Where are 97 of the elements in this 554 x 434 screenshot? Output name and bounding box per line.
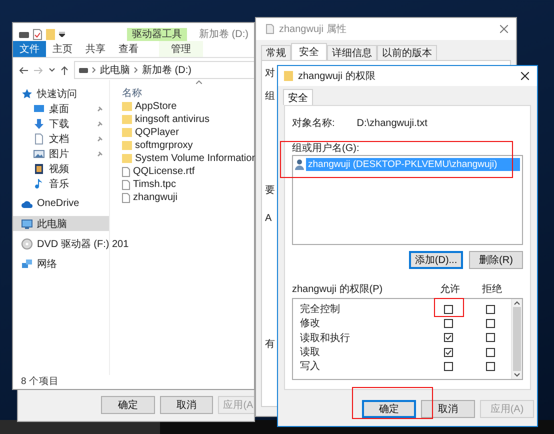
checkbox[interactable] bbox=[444, 333, 452, 342]
file-item[interactable]: kingsoft antivirus bbox=[122, 113, 210, 126]
column-header[interactable]: 名称 bbox=[122, 86, 142, 100]
video-icon bbox=[33, 162, 45, 174]
context-tab-header: 驱动器工具 bbox=[127, 28, 187, 41]
dialog-button[interactable]: 取消 bbox=[160, 396, 214, 414]
column-header: 允许 bbox=[439, 282, 461, 296]
ribbon-tab[interactable]: 文件 bbox=[13, 41, 46, 57]
chevron-icon bbox=[134, 67, 138, 73]
nav-item[interactable]: 下载 bbox=[13, 116, 109, 131]
field-label: 组或用户名(G): bbox=[292, 142, 360, 153]
chevron-icon bbox=[92, 67, 96, 73]
nav-item[interactable]: DVD 驱动器 (F:) 201 bbox=[13, 236, 129, 251]
ribbon-tab[interactable]: 共享 bbox=[79, 41, 112, 57]
file-item[interactable]: QQLicense.rtf bbox=[122, 165, 195, 178]
checkbox[interactable] bbox=[444, 304, 452, 314]
breadcrumb-item[interactable]: 新加卷 (D:) bbox=[142, 63, 192, 77]
back-icon[interactable] bbox=[19, 66, 28, 74]
tab[interactable]: 安全 bbox=[283, 89, 313, 105]
ribbon-tab[interactable]: 查看 bbox=[112, 41, 145, 57]
folder-icon bbox=[284, 71, 293, 81]
drive-icon bbox=[19, 32, 29, 38]
checkbox[interactable] bbox=[486, 333, 494, 342]
dialog-button[interactable]: 确定 bbox=[362, 400, 416, 418]
permission-name: 读取 bbox=[300, 346, 321, 360]
window-title: zhangwuji 属性 bbox=[279, 22, 346, 36]
ribbon-tab[interactable]: 主页 bbox=[46, 41, 79, 57]
checkbox[interactable] bbox=[444, 318, 452, 328]
network-icon bbox=[21, 258, 33, 270]
tab[interactable]: 详细信息 bbox=[327, 45, 377, 60]
file-item[interactable]: Timsh.tpc bbox=[122, 178, 176, 191]
file-item[interactable]: System Volume Information bbox=[122, 152, 258, 165]
document-icon bbox=[33, 132, 45, 144]
object-name: D:\zhangwuji.txt bbox=[356, 118, 428, 128]
annotation-box bbox=[434, 298, 464, 317]
nav-item[interactable]: 网络 bbox=[13, 256, 109, 271]
nav-item[interactable]: 视频 bbox=[13, 161, 109, 176]
checkbox[interactable] bbox=[444, 348, 452, 357]
picture-icon bbox=[33, 148, 45, 160]
column-header: 拒绝 bbox=[481, 282, 503, 296]
window-title: 新加卷 (D:) bbox=[199, 28, 248, 41]
scroll-down-icon[interactable] bbox=[514, 373, 520, 377]
nav-item[interactable]: 音乐 bbox=[13, 176, 109, 191]
star-icon bbox=[21, 88, 33, 100]
tab[interactable]: 常规 bbox=[261, 45, 291, 60]
close-icon[interactable] bbox=[521, 72, 529, 80]
permission-name: 完全控制 bbox=[300, 302, 341, 316]
permission-name: 修改 bbox=[300, 317, 321, 330]
breadcrumb-item[interactable]: 此电脑 bbox=[100, 63, 130, 77]
nav-item[interactable]: 桌面 bbox=[13, 101, 109, 116]
scrollbar[interactable] bbox=[511, 299, 522, 379]
checkbox[interactable] bbox=[486, 304, 494, 314]
disc-icon bbox=[21, 238, 33, 250]
file-item[interactable]: QQPlayer bbox=[122, 126, 179, 139]
checkbox[interactable] bbox=[486, 362, 494, 371]
window-title: zhangwuji 的权限 bbox=[298, 70, 376, 83]
dialog-button[interactable]: 删除(R) bbox=[469, 251, 523, 269]
dialog-button[interactable]: 添加(D)... bbox=[409, 251, 463, 269]
label-text: A bbox=[265, 213, 272, 224]
nav-item[interactable]: 此电脑 bbox=[13, 216, 109, 231]
drive-icon bbox=[79, 68, 88, 72]
permission-name: 写入 bbox=[300, 360, 321, 374]
sort-caret-icon bbox=[196, 80, 202, 84]
file-item[interactable]: AppStore bbox=[122, 100, 177, 113]
scroll-up-icon[interactable] bbox=[514, 301, 520, 305]
nav-item[interactable]: OneDrive bbox=[13, 196, 109, 211]
address-bar[interactable]: 此电脑 新加卷 (D:) bbox=[74, 61, 254, 79]
dropdown-icon[interactable] bbox=[59, 32, 65, 37]
dialog-button[interactable]: 取消 bbox=[421, 400, 475, 418]
nav-item[interactable]: 快速访问 bbox=[13, 86, 109, 101]
ribbon-tab[interactable]: 管理 bbox=[159, 41, 203, 57]
permission-name: 读取和执行 bbox=[300, 332, 351, 345]
dialog-button[interactable]: 确定 bbox=[101, 396, 155, 414]
label-text: 有 bbox=[265, 338, 275, 351]
label-text: 组 bbox=[265, 90, 275, 103]
tab[interactable]: 安全 bbox=[291, 43, 327, 60]
user-icon bbox=[295, 159, 304, 170]
field-label: zhangwuji 的权限(P) bbox=[292, 282, 383, 296]
file-item[interactable]: softmgrproxy bbox=[122, 139, 193, 152]
nav-item[interactable]: 文档 bbox=[13, 131, 109, 146]
status-text: 8 个项目 bbox=[20, 375, 60, 389]
chevron-icon[interactable] bbox=[49, 68, 55, 72]
field-label: 对象名称: bbox=[292, 116, 335, 130]
computer-icon bbox=[21, 218, 33, 230]
download-icon bbox=[33, 118, 45, 130]
desktop-icon bbox=[33, 102, 45, 114]
up-icon[interactable] bbox=[61, 66, 68, 74]
checkbox[interactable] bbox=[486, 318, 494, 328]
checkbox[interactable] bbox=[486, 348, 494, 357]
checkbox[interactable] bbox=[444, 362, 452, 371]
nav-item[interactable]: 图片 bbox=[13, 146, 109, 161]
tab[interactable]: 以前的版本 bbox=[377, 45, 437, 60]
file-item[interactable]: zhangwuji bbox=[122, 191, 178, 204]
label-text: 对 bbox=[265, 66, 275, 80]
music-icon bbox=[33, 178, 45, 190]
file-icon bbox=[266, 24, 274, 34]
label-text: 要 bbox=[265, 184, 275, 197]
